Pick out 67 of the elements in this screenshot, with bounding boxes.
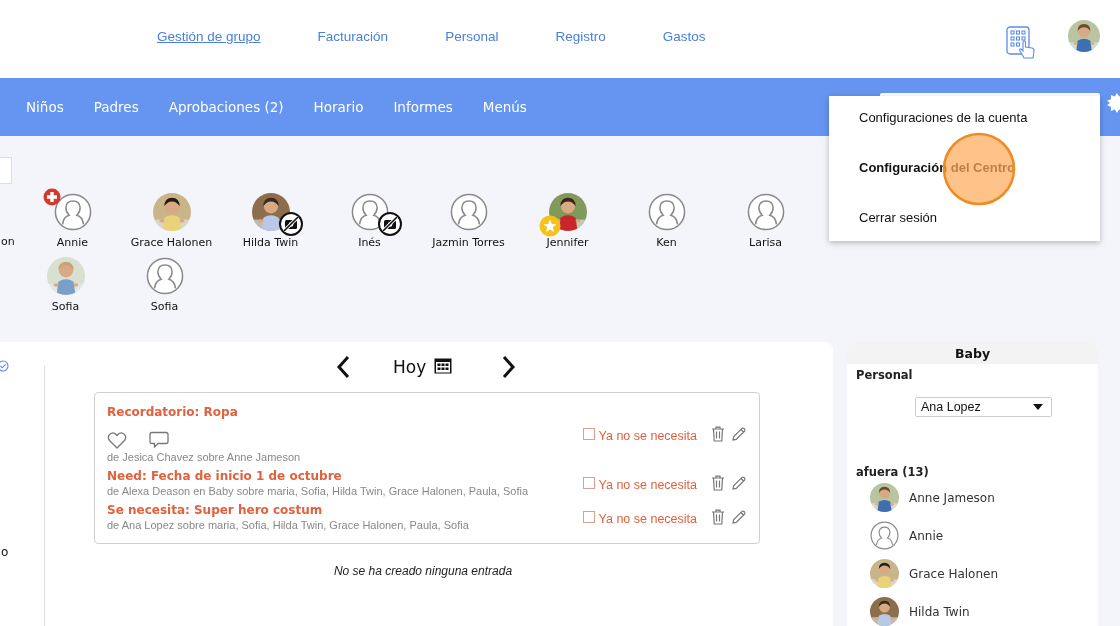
label-text: o xyxy=(1,545,10,559)
checkbox-label[interactable]: Ya no se necesita xyxy=(598,478,697,492)
note-title: Need: Fecha de inicio 1 de octubre xyxy=(107,469,343,483)
avatar-icon xyxy=(647,193,686,231)
edit-icon xyxy=(731,475,747,491)
child-name[interactable]: Grace Halonen xyxy=(130,236,213,249)
no-camera-icon xyxy=(377,212,402,236)
edit-icon xyxy=(731,426,747,442)
delete-icon xyxy=(711,426,725,442)
delete-icon xyxy=(711,475,725,491)
previous-icon[interactable] xyxy=(336,355,350,379)
nav-link[interactable]: Gestión de grupo xyxy=(157,28,261,44)
caret-icon xyxy=(1033,404,1043,410)
checkbox-label[interactable]: Ya no se necesita xyxy=(598,512,697,526)
avatar-icon xyxy=(870,521,899,550)
menu-item[interactable]: Cerrar sesión xyxy=(829,210,1100,225)
child-name[interactable]: Hilda Twin xyxy=(242,236,299,249)
section-label: Personal xyxy=(856,368,914,382)
checkbox[interactable] xyxy=(582,511,595,523)
check-circle-icon xyxy=(0,360,9,372)
child-name[interactable]: Sofia xyxy=(150,300,179,313)
child-name[interactable]: Sofia xyxy=(51,300,80,313)
calendar-icon[interactable] xyxy=(434,358,453,374)
note-meta: de Alexa Deason en Baby sobre maria, Sofia, Hilda Twin, Grace Halonen, Paula, Sofia xyxy=(107,485,530,497)
staff-dropdown[interactable]: Ana Lopez xyxy=(915,397,1052,417)
heart-icon xyxy=(107,431,127,449)
keypad-icon[interactable] xyxy=(1006,26,1038,60)
child-name: on xyxy=(0,235,16,248)
note-meta: de Jesica Chavez sobre Anne Jameson xyxy=(107,451,302,463)
child-name[interactable]: Inés xyxy=(358,236,381,249)
note-title: Se necesita: Super hero costum xyxy=(107,503,324,517)
checkbox-label[interactable]: Ya no se necesita xyxy=(598,429,697,443)
section-label: afuera (13) xyxy=(856,465,930,479)
input-field[interactable] xyxy=(0,157,12,184)
note-title: Recordatorio: Ropa xyxy=(107,405,239,419)
star-badge-icon xyxy=(538,215,561,237)
child-name[interactable]: Hilda Twin xyxy=(909,604,970,619)
next-icon[interactable] xyxy=(502,355,517,379)
empty-message: No se ha creado ninguna entrada xyxy=(332,564,514,578)
comment-icon xyxy=(149,431,169,448)
avatar-icon xyxy=(449,193,488,231)
checkbox[interactable] xyxy=(582,477,595,489)
dropdown-value: Ana Lopez xyxy=(921,400,981,414)
edit-icon xyxy=(731,509,747,525)
child-name[interactable]: Grace Halonen xyxy=(909,566,999,581)
panel-title: Baby xyxy=(847,342,1098,364)
child-name[interactable]: Jazmin Torres xyxy=(432,236,505,249)
checkbox[interactable] xyxy=(582,428,595,440)
nav-link[interactable]: Registro xyxy=(555,28,606,44)
child-name[interactable]: Annie xyxy=(909,528,944,543)
child-name[interactable]: Jennifer xyxy=(546,236,589,249)
child-name[interactable]: Annie xyxy=(56,236,89,249)
medical-badge-icon xyxy=(42,188,61,206)
avatar-icon xyxy=(746,193,785,231)
nav-link[interactable]: Facturación xyxy=(317,28,389,44)
nav-link[interactable]: Personal xyxy=(445,28,499,44)
child-name[interactable]: Ken xyxy=(656,236,677,249)
child-name[interactable]: Anne Jameson xyxy=(909,490,995,505)
note-meta: de Ana Lopez sobre maria, Sofia, Hilda Twin, Grace Halonen, Paula, Sofia xyxy=(107,519,470,531)
child-name[interactable]: Larisa xyxy=(749,236,782,249)
menu-item[interactable]: Configuraciones de la cuenta xyxy=(829,110,1100,125)
no-camera-icon xyxy=(278,212,303,236)
date-label: Hoy xyxy=(393,357,427,377)
delete-icon xyxy=(711,509,725,525)
avatar-icon xyxy=(145,257,184,295)
nav-link[interactable]: Gastos xyxy=(662,28,706,44)
avatar-icon xyxy=(53,193,92,231)
